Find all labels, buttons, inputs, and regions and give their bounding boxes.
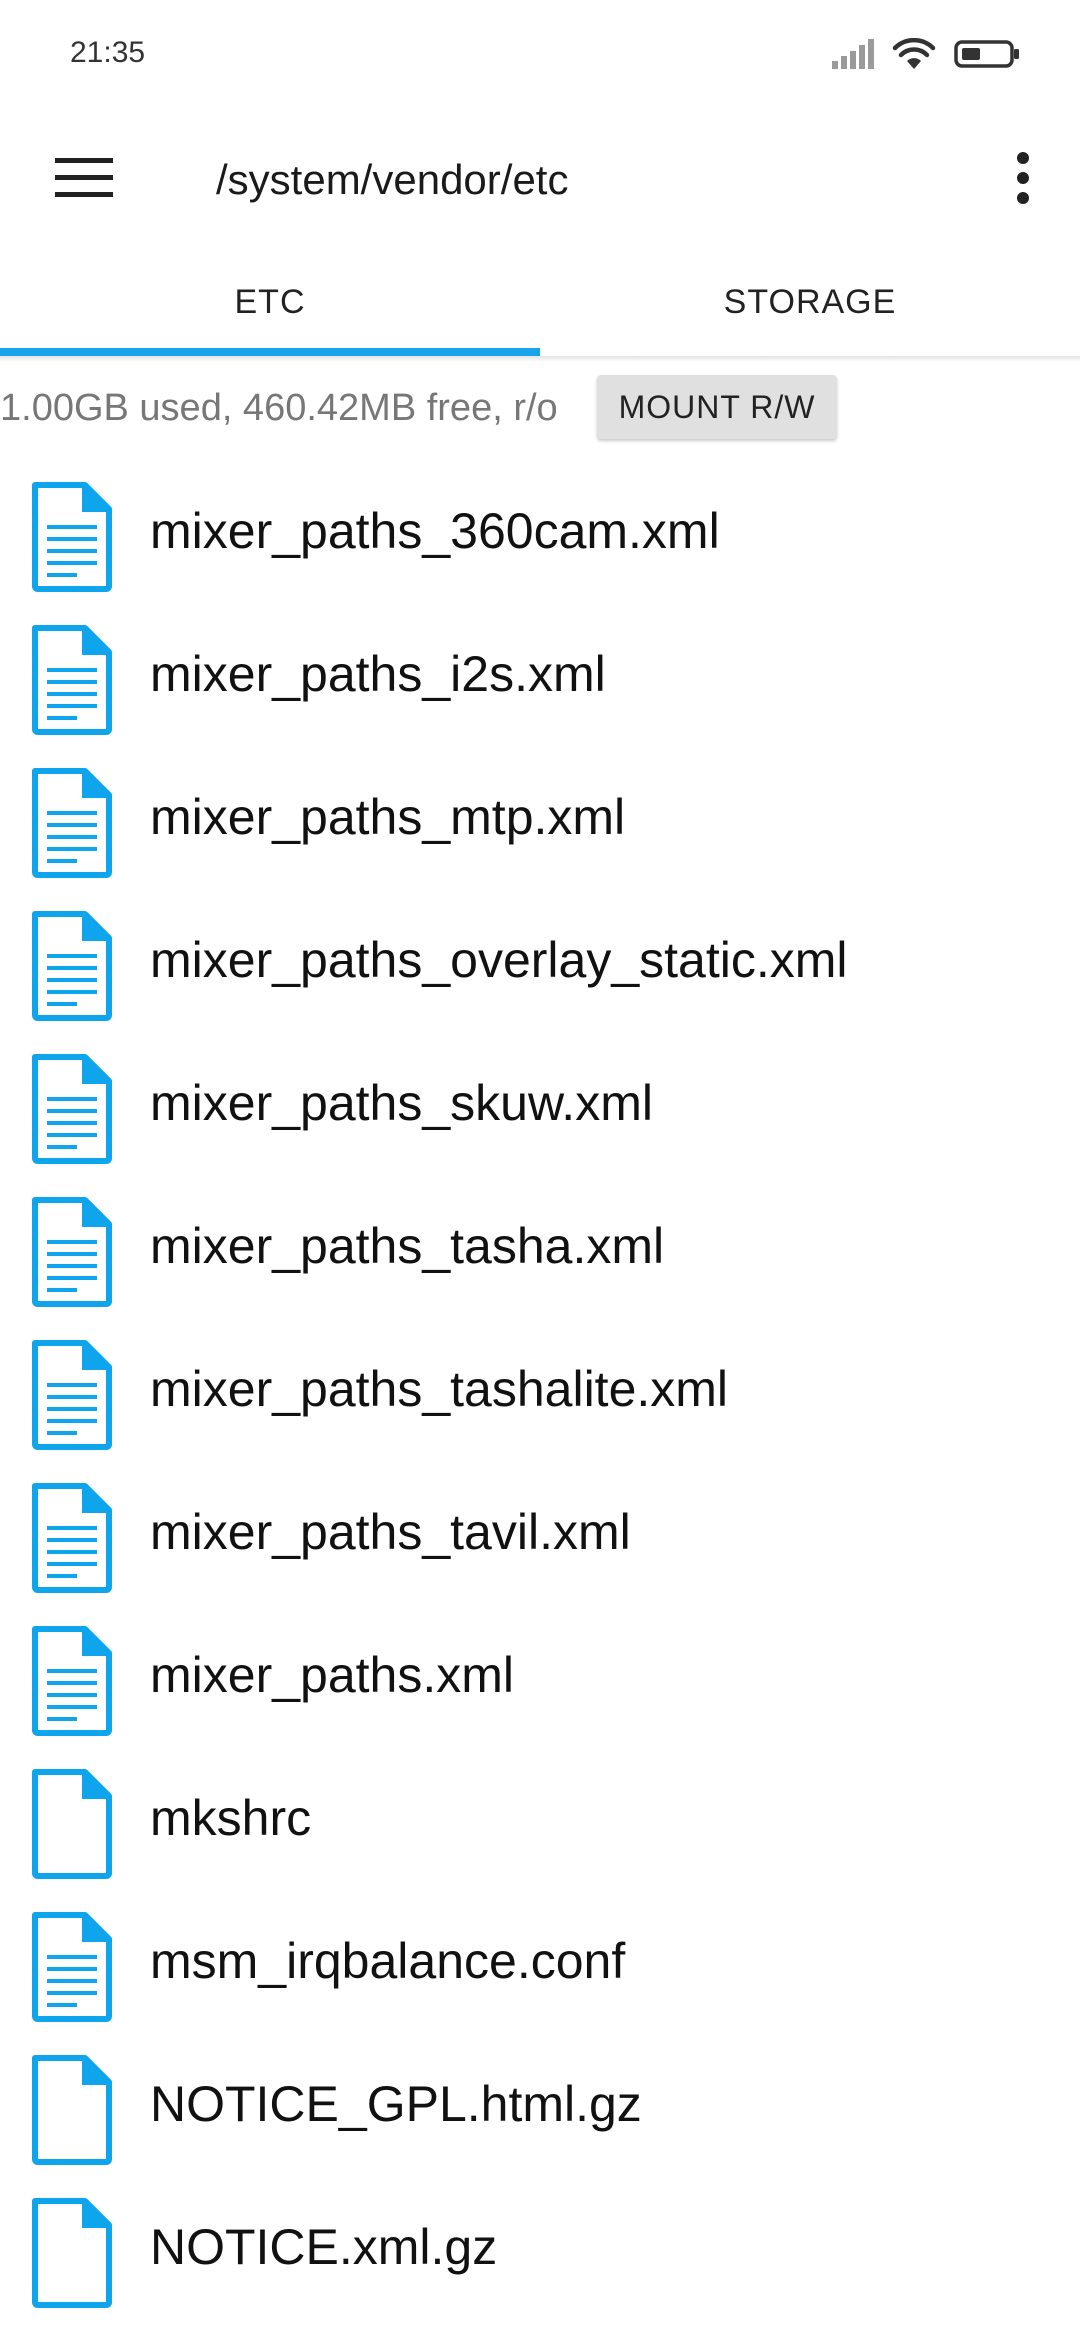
file-list-item[interactable]: mixer_paths_skuw.xml (0, 1032, 1080, 1175)
text-file-icon (30, 1338, 114, 1452)
text-file-icon (30, 1195, 114, 1309)
file-name: mixer_paths_skuw.xml (150, 1075, 653, 1131)
text-file-icon (30, 1481, 114, 1595)
text-file-icon (30, 1624, 114, 1738)
file-name: mixer_paths_overlay_static.xml (150, 932, 848, 988)
blank-file-icon (30, 2053, 114, 2167)
file-list-item[interactable]: mkshrc (0, 1747, 1080, 1890)
file-name: NOTICE.xml.gz (150, 2219, 498, 2275)
file-list-item[interactable]: mixer_paths_i2s.xml (0, 603, 1080, 746)
file-name: NOTICE_GPL.html.gz (150, 2076, 642, 2132)
file-name: mixer_paths_tasha.xml (150, 1218, 665, 1274)
file-list-item[interactable]: mixer_paths_tavil.xml (0, 1461, 1080, 1604)
file-list-item[interactable]: mixer_paths_tashalite.xml (0, 1318, 1080, 1461)
tab-indicator (0, 348, 540, 356)
status-time: 21:35 (70, 36, 146, 69)
mount-rw-button[interactable]: MOUNT R/W (597, 375, 837, 439)
text-file-icon (30, 1052, 114, 1166)
hamburger-menu-icon (55, 156, 113, 205)
file-list-item[interactable]: NOTICE_GPL.html.gz (0, 2033, 1080, 2176)
signal-icon (832, 39, 874, 69)
more-vert-icon (1015, 151, 1031, 209)
file-name: mixer_paths.xml (150, 1647, 514, 1703)
tab-etc[interactable]: ETC (0, 250, 540, 355)
storage-info: 1.00GB used, 460.42MB free, r/o (0, 387, 558, 429)
file-name: msm_irqbalance.conf (150, 1933, 626, 1989)
status-bar: 21:35 (0, 0, 1080, 110)
blank-file-icon (30, 1767, 114, 1881)
file-name: mixer_paths_tavil.xml (150, 1504, 631, 1560)
storage-info-row: 1.00GB used, 460.42MB free, r/o MOUNT R/… (0, 372, 1080, 444)
file-list-item[interactable]: mixer_paths_tasha.xml (0, 1175, 1080, 1318)
screen: 21:35 /system/vendor/etc ETC STORAGE 1.0… (0, 0, 1080, 2340)
text-file-icon (30, 623, 114, 737)
file-name: mixer_paths_i2s.xml (150, 646, 606, 702)
toolbar: /system/vendor/etc (0, 110, 1080, 260)
file-list-item[interactable]: mixer_paths_mtp.xml (0, 746, 1080, 889)
tab-divider (0, 356, 1080, 362)
battery-icon (954, 39, 1020, 69)
file-name: mixer_paths_tashalite.xml (150, 1361, 729, 1417)
text-file-icon (30, 480, 114, 594)
overflow-menu-button[interactable] (988, 140, 1058, 220)
file-name: mixer_paths_360cam.xml (150, 503, 720, 559)
tab-storage[interactable]: STORAGE (540, 250, 1080, 355)
blank-file-icon (30, 2196, 114, 2310)
text-file-icon (30, 909, 114, 1023)
file-list-item[interactable]: NOTICE.xml.gz (0, 2176, 1080, 2319)
file-list: mixer_paths_360cam.xml mixer_paths_i2s.xm… (0, 460, 1080, 2319)
file-list-item[interactable]: mixer_paths_360cam.xml (0, 460, 1080, 603)
wifi-icon (892, 38, 936, 70)
text-file-icon (30, 766, 114, 880)
file-list-item[interactable]: mixer_paths.xml (0, 1604, 1080, 1747)
status-icons (832, 34, 1020, 74)
file-list-item[interactable]: msm_irqbalance.conf (0, 1890, 1080, 2033)
current-path: /system/vendor/etc (216, 156, 569, 203)
tab-bar: ETC STORAGE (0, 250, 1080, 355)
text-file-icon (30, 1910, 114, 2024)
menu-button[interactable] (44, 140, 124, 220)
file-name: mkshrc (150, 1790, 312, 1846)
file-list-item[interactable]: mixer_paths_overlay_static.xml (0, 889, 1080, 1032)
file-name: mixer_paths_mtp.xml (150, 789, 626, 845)
